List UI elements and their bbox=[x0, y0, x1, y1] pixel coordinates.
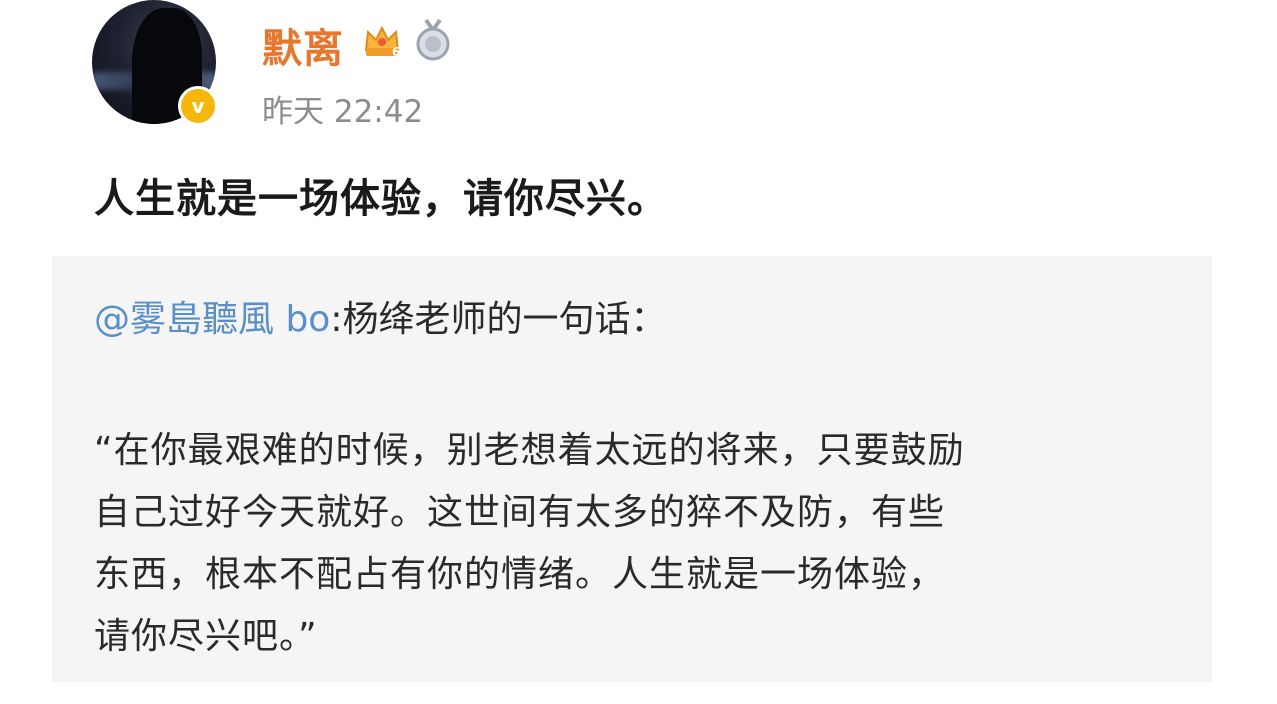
repost-header: @雾島聽風 bo:杨绛老师的一句话： bbox=[94, 290, 666, 342]
repost-card[interactable]: @雾島聽風 bo:杨绛老师的一句话： “在你最艰难的时候，别老想着太远的将来，只… bbox=[52, 256, 1212, 682]
quote-line: 自己过好今天就好。这世间有太多的猝不及防，有些 bbox=[94, 492, 946, 533]
post-text: 人生就是一场体验，请你尽兴。 bbox=[94, 176, 668, 222]
verified-mark: v bbox=[191, 94, 205, 118]
quote-line: “在你最艰难的时候，别老想着太远的将来，只要鼓励 bbox=[94, 430, 965, 471]
repost-quote: “在你最艰难的时候，别老想着太远的将来，只要鼓励 自己过好今天就好。这世间有太多… bbox=[94, 420, 1184, 668]
quote-line: 东西，根本不配占有你的情绪。人生就是一场体验， bbox=[94, 554, 946, 595]
crown-level-number: 6 bbox=[392, 45, 400, 59]
quote-line: 请你尽兴吧。” bbox=[94, 616, 318, 657]
medal-badge-icon[interactable] bbox=[414, 18, 452, 62]
username[interactable]: 默离 bbox=[262, 16, 344, 74]
mention-link[interactable]: @雾島聽風 bo bbox=[94, 299, 330, 340]
verified-icon: v bbox=[178, 86, 218, 126]
crown-level-badge-icon[interactable]: 6 bbox=[362, 20, 402, 60]
post-timestamp: 昨天 22:42 bbox=[262, 94, 424, 130]
repost-header-text: :杨绛老师的一句话： bbox=[330, 299, 667, 340]
